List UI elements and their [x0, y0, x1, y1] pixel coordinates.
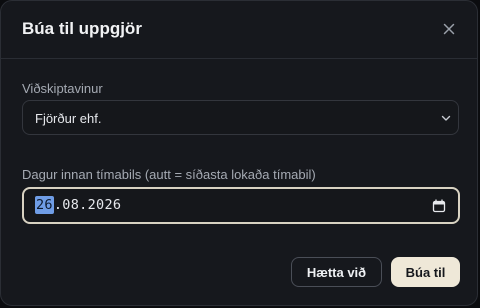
chevron-down-icon	[440, 112, 452, 124]
create-settlement-dialog: Búa til uppgjör Viðskiptavinur Fjörður e…	[0, 0, 478, 306]
cancel-button[interactable]: Hætta við	[291, 257, 382, 287]
customer-select[interactable]: Fjörður ehf.	[22, 100, 459, 135]
date-year-segment[interactable]: 2026	[88, 197, 122, 213]
date-month-segment[interactable]: 08	[62, 197, 79, 213]
calendar-icon[interactable]	[432, 199, 446, 213]
customer-selected-value: Fjörður ehf.	[35, 111, 102, 126]
close-icon[interactable]	[439, 19, 459, 39]
period-date-input[interactable]: 26.08.2026	[22, 187, 460, 224]
dialog-header: Búa til uppgjör	[1, 1, 477, 59]
customer-label: Viðskiptavinur	[22, 81, 103, 96]
create-button[interactable]: Búa til	[391, 257, 460, 287]
period-date-label: Dagur innan tímabils (autt = síðasta lok…	[22, 167, 316, 182]
dialog-title: Búa til uppgjör	[22, 19, 142, 38]
date-value: 26.08.2026	[35, 196, 122, 214]
date-day-segment[interactable]: 26	[35, 196, 54, 214]
date-separator: .	[79, 197, 88, 213]
